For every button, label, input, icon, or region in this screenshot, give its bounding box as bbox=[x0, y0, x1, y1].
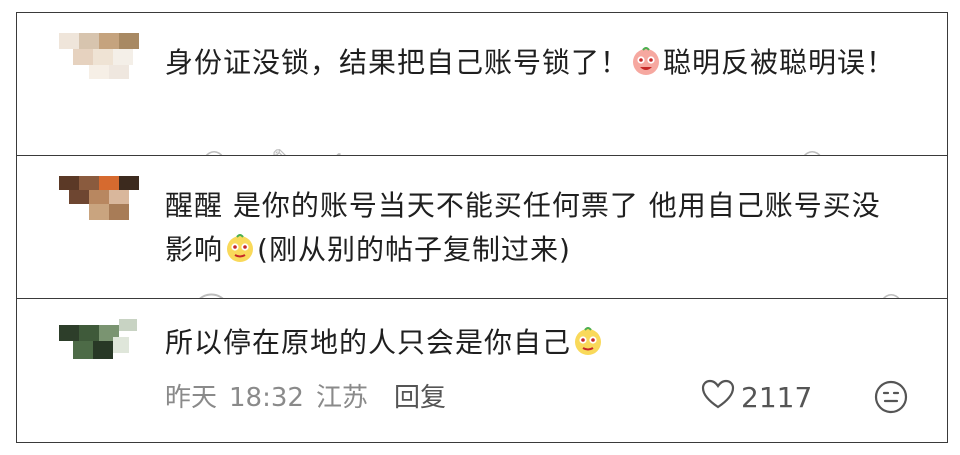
comment-text-part2: (刚从别的帖子复制过来) bbox=[257, 233, 571, 266]
comment-text: 所以停在原地的人只会是你自己 bbox=[165, 321, 907, 365]
comment-location: 江苏 bbox=[315, 383, 368, 413]
like-button[interactable]: 2117 bbox=[701, 379, 812, 415]
neutral-face-icon[interactable] bbox=[873, 379, 909, 419]
reply-button[interactable]: 回复 bbox=[394, 383, 446, 413]
comment-text-part1: 身份证没锁，结果把自己账号锁了！ bbox=[165, 46, 630, 79]
blush-face-emoji-icon bbox=[630, 45, 662, 77]
comment-text-part1: 所以停在原地的人只会是你自己 bbox=[165, 326, 572, 359]
smug-face-emoji-icon bbox=[224, 232, 256, 264]
comment-time: 18:32 bbox=[229, 383, 304, 413]
comment-card-1: 身份证没锁，结果把自己账号锁了！ 聪明反被聪明误！ — ○ ✎ ⊿ - ○ bbox=[16, 12, 948, 157]
avatar[interactable] bbox=[59, 33, 143, 83]
comment-text: 身份证没锁，结果把自己账号锁了！ 聪明反被聪明误！ bbox=[165, 41, 907, 85]
comment-card-3: 所以停在原地的人只会是你自己 昨天 18:32 江苏 回复 2117 bbox=[16, 298, 948, 443]
comment-text: 醒醒 是你的账号当天不能买任何票了 他用自己账号买没影响 (刚从别的帖子复制过来… bbox=[165, 184, 907, 272]
comment-text-part2: 聪明反被聪明误！ bbox=[663, 46, 896, 79]
comment-meta: 昨天 18:32 江苏 回复 bbox=[165, 377, 458, 414]
comment-date: 昨天 bbox=[165, 383, 218, 413]
avatar[interactable] bbox=[59, 176, 143, 226]
avatar[interactable] bbox=[59, 317, 143, 367]
smug-face-emoji-icon bbox=[572, 325, 604, 357]
heart-icon[interactable] bbox=[701, 379, 735, 415]
like-count: 2117 bbox=[741, 380, 813, 414]
comment-card-2: 醒醒 是你的账号当天不能买任何票了 他用自己账号买没影响 (刚从别的帖子复制过来… bbox=[16, 155, 948, 300]
